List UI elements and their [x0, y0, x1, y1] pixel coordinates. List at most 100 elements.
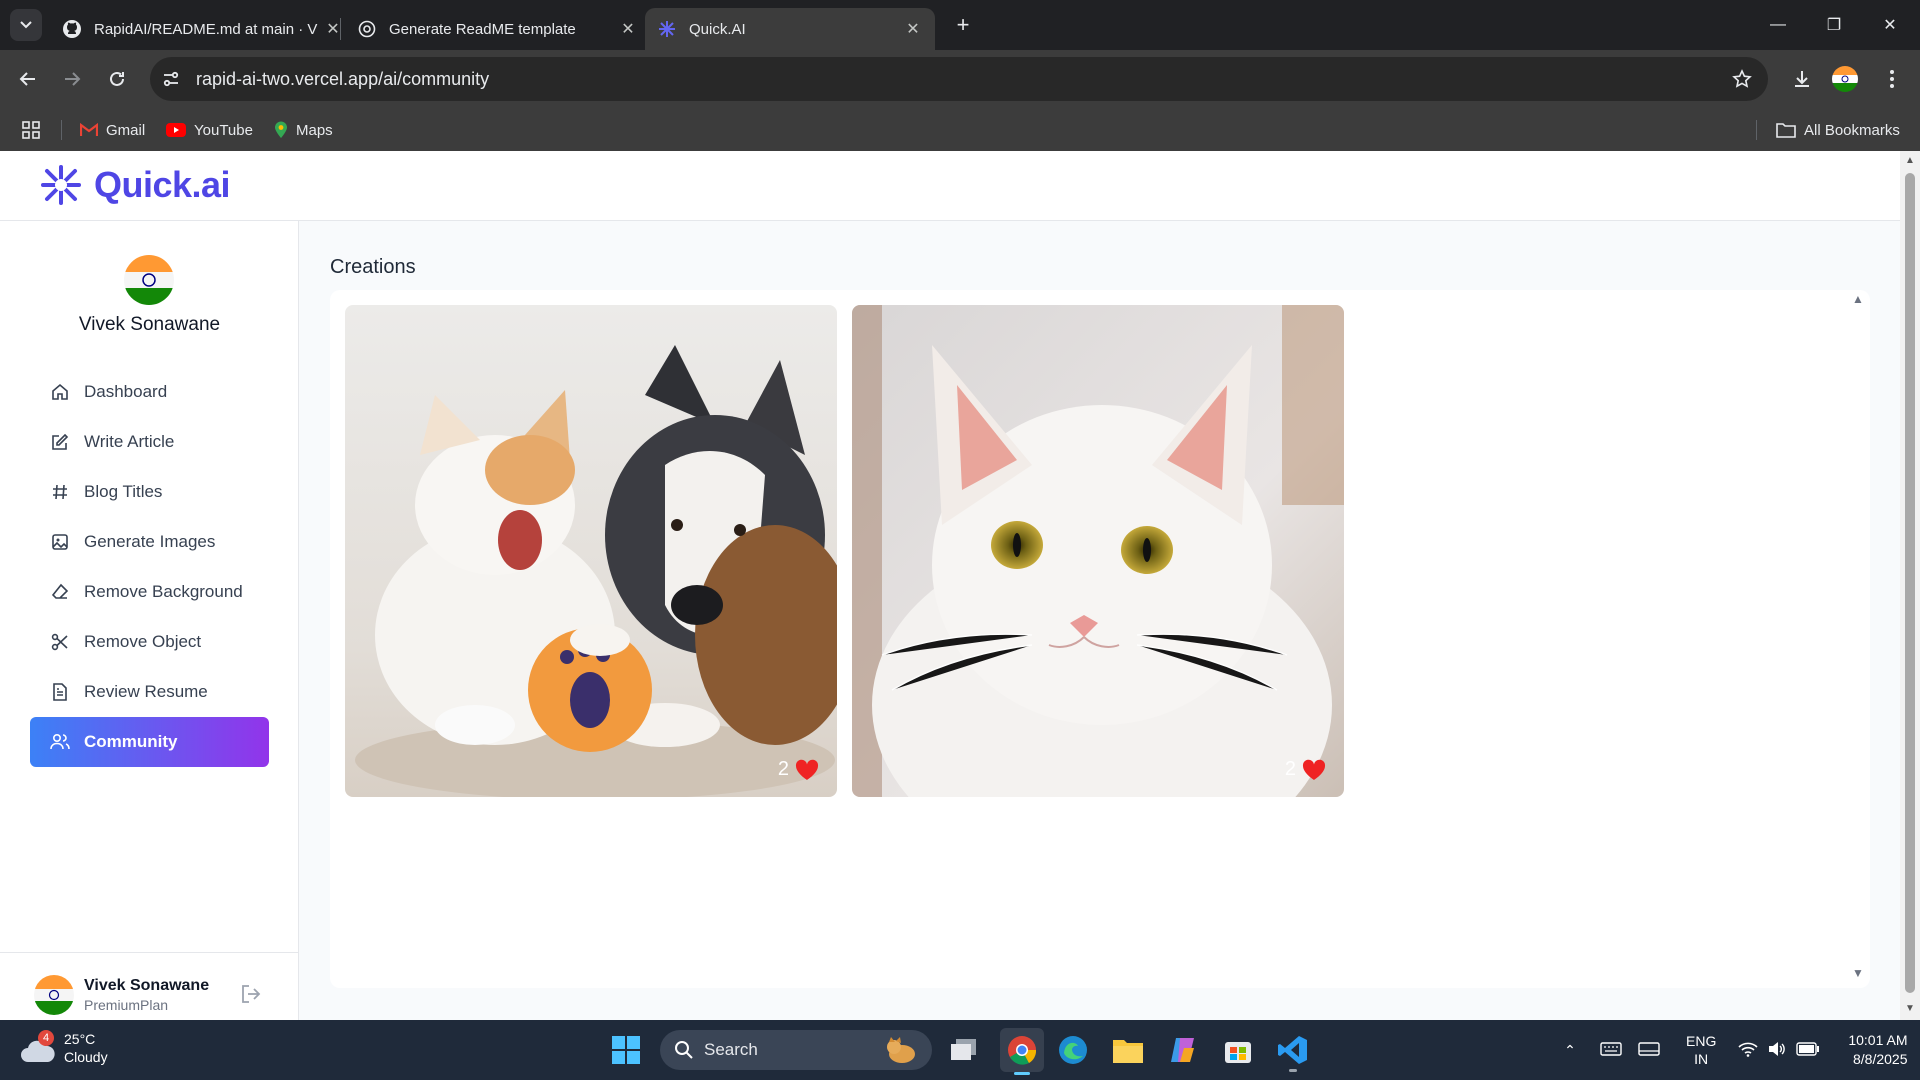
keyboard-icon[interactable]: [1600, 1041, 1622, 1060]
chevron-up-icon[interactable]: ⌃: [1556, 1042, 1584, 1059]
tab-search-button[interactable]: [10, 9, 42, 41]
arrow-left-icon: [19, 72, 35, 86]
github-icon: [62, 19, 82, 39]
windows-logo-icon: [612, 1036, 640, 1064]
start-button[interactable]: [608, 1032, 644, 1068]
reload-icon: [110, 71, 124, 86]
taskbar-copilot[interactable]: [1165, 1032, 1201, 1068]
reload-button[interactable]: [102, 64, 132, 94]
sidebar-item-generate-images[interactable]: Generate Images: [30, 517, 269, 567]
scroll-up-icon[interactable]: ▲: [1905, 155, 1915, 166]
sidebar-item-review-resume[interactable]: Review Resume: [30, 667, 269, 717]
gmail-icon: [80, 123, 98, 136]
bookmark-youtube[interactable]: YouTube: [166, 118, 253, 142]
language-indicator[interactable]: ENG IN: [1686, 1032, 1716, 1068]
sidebar-item-blog-titles[interactable]: Blog Titles: [30, 467, 269, 517]
address-bar[interactable]: rapid-ai-two.vercel.app/ai/community: [150, 57, 1768, 101]
task-view-button[interactable]: [946, 1032, 982, 1068]
tab-generate-readme[interactable]: Generate ReadME template ✕: [345, 8, 650, 50]
restore-button[interactable]: ❐: [1806, 0, 1862, 50]
user-name: Vivek Sonawane: [78, 314, 221, 335]
vscode-icon: [1278, 1036, 1307, 1064]
tab-quickai[interactable]: Quick.AI ✕: [645, 8, 935, 50]
tab-github-readme[interactable]: RapidAI/README.md at main · V ✕: [50, 8, 355, 50]
scrollbar-thumb[interactable]: [1905, 173, 1915, 993]
sidebar-item-label: Review Resume: [84, 682, 208, 701]
star-icon[interactable]: [1732, 69, 1752, 89]
bookmark-maps[interactable]: Maps: [274, 118, 333, 142]
download-icon: [1795, 71, 1809, 87]
bookmark-gmail[interactable]: Gmail: [80, 118, 145, 142]
like-counter[interactable]: 2: [1285, 758, 1326, 781]
close-tab-icon[interactable]: ✕: [618, 19, 638, 39]
search-icon: [675, 1041, 693, 1059]
weather-widget[interactable]: 4 25°C Cloudy: [20, 1030, 108, 1066]
bookmarks-bar: Gmail YouTube Maps All Bookmarks: [0, 108, 1920, 151]
home-icon: [50, 382, 70, 402]
page-scrollbar[interactable]: ▲ ▼: [1900, 151, 1920, 1020]
panel-scroll-down-icon[interactable]: ▼: [1852, 966, 1864, 980]
taskbar-file-explorer[interactable]: [1110, 1032, 1146, 1068]
chrome-icon: [1008, 1036, 1037, 1065]
bookmarks-divider: [1756, 120, 1757, 140]
user-profile[interactable]: Vivek Sonawane PremiumPlan: [34, 973, 264, 1017]
sidebar-item-write-article[interactable]: Write Article: [30, 417, 269, 467]
sidebar-item-label: Remove Object: [84, 632, 202, 651]
heart-icon[interactable]: [795, 759, 819, 781]
sidebar-item-dashboard[interactable]: Dashboard: [30, 367, 269, 417]
close-tab-icon[interactable]: ✕: [903, 19, 923, 39]
taskbar-edge[interactable]: [1055, 1032, 1091, 1068]
weather-condition: Cloudy: [64, 1049, 108, 1065]
volume-icon[interactable]: [1768, 1041, 1786, 1060]
tablet-mode-icon[interactable]: [1638, 1041, 1660, 1060]
apps-button[interactable]: [22, 118, 40, 142]
taskbar-search[interactable]: Search: [660, 1030, 932, 1070]
close-window-button[interactable]: ✕: [1862, 0, 1918, 50]
like-count: 2: [1284, 758, 1296, 780]
sidebar-item-remove-background[interactable]: Remove Background: [30, 567, 269, 617]
new-tab-button[interactable]: +: [950, 12, 976, 38]
downloads-button[interactable]: [1787, 64, 1817, 94]
india-flag-icon: [1832, 66, 1858, 92]
all-bookmarks-button[interactable]: All Bookmarks: [1776, 118, 1900, 142]
profile-avatar[interactable]: [1832, 66, 1858, 92]
minimize-button[interactable]: —: [1750, 0, 1806, 50]
active-app-indicator: [1014, 1072, 1030, 1075]
sidebar-item-community[interactable]: Community: [30, 717, 269, 767]
sparkle-logo-icon: [41, 165, 81, 205]
forward-button[interactable]: [57, 64, 87, 94]
footer-user-plan: PremiumPlan: [84, 997, 169, 1013]
edit-icon: [50, 432, 70, 452]
web-page: Quick.ai Vivek Sonawane Dashboard Write …: [0, 151, 1920, 1020]
sidebar-item-label: Generate Images: [84, 532, 216, 551]
wifi-icon[interactable]: [1738, 1041, 1758, 1060]
back-button[interactable]: [13, 64, 43, 94]
logout-icon[interactable]: [240, 983, 262, 1010]
taskbar-store[interactable]: [1220, 1032, 1256, 1068]
folder-icon: [1776, 123, 1796, 138]
lang-code: ENG: [1686, 1033, 1717, 1049]
taskbar-chrome[interactable]: [1000, 1028, 1044, 1075]
tab-title: Generate ReadME template: [389, 20, 576, 38]
taskbar-vscode[interactable]: [1275, 1032, 1311, 1072]
panel-scroll-up-icon[interactable]: ▲: [1852, 292, 1864, 306]
chrome-menu-button[interactable]: [1877, 64, 1907, 94]
footer-user-name: Vivek Sonawane: [84, 977, 210, 994]
sidebar-item-remove-object[interactable]: Remove Object: [30, 617, 269, 667]
site-settings-icon[interactable]: [162, 70, 180, 88]
app-logo[interactable]: Quick.ai: [38, 164, 231, 206]
battery-icon[interactable]: [1796, 1041, 1820, 1059]
creation-card[interactable]: 2: [852, 305, 1344, 797]
clock[interactable]: 10:01 AM 8/8/2025: [1848, 1031, 1907, 1069]
clock-date: 8/8/2025: [1853, 1051, 1908, 1067]
scissors-icon: [50, 632, 70, 652]
creation-card[interactable]: 2: [345, 305, 837, 797]
chatgpt-icon: [357, 19, 377, 39]
scroll-down-icon[interactable]: ▼: [1905, 1003, 1915, 1014]
like-counter[interactable]: 2: [778, 758, 819, 781]
file-text-icon: [50, 682, 70, 702]
user-avatar[interactable]: [124, 255, 174, 305]
heart-icon[interactable]: [1302, 759, 1326, 781]
sidebar-menu: Dashboard Write Article Blog Titles Gene…: [30, 367, 269, 767]
main-content: Creations 2 2 ▲ ▼: [300, 221, 1900, 1020]
